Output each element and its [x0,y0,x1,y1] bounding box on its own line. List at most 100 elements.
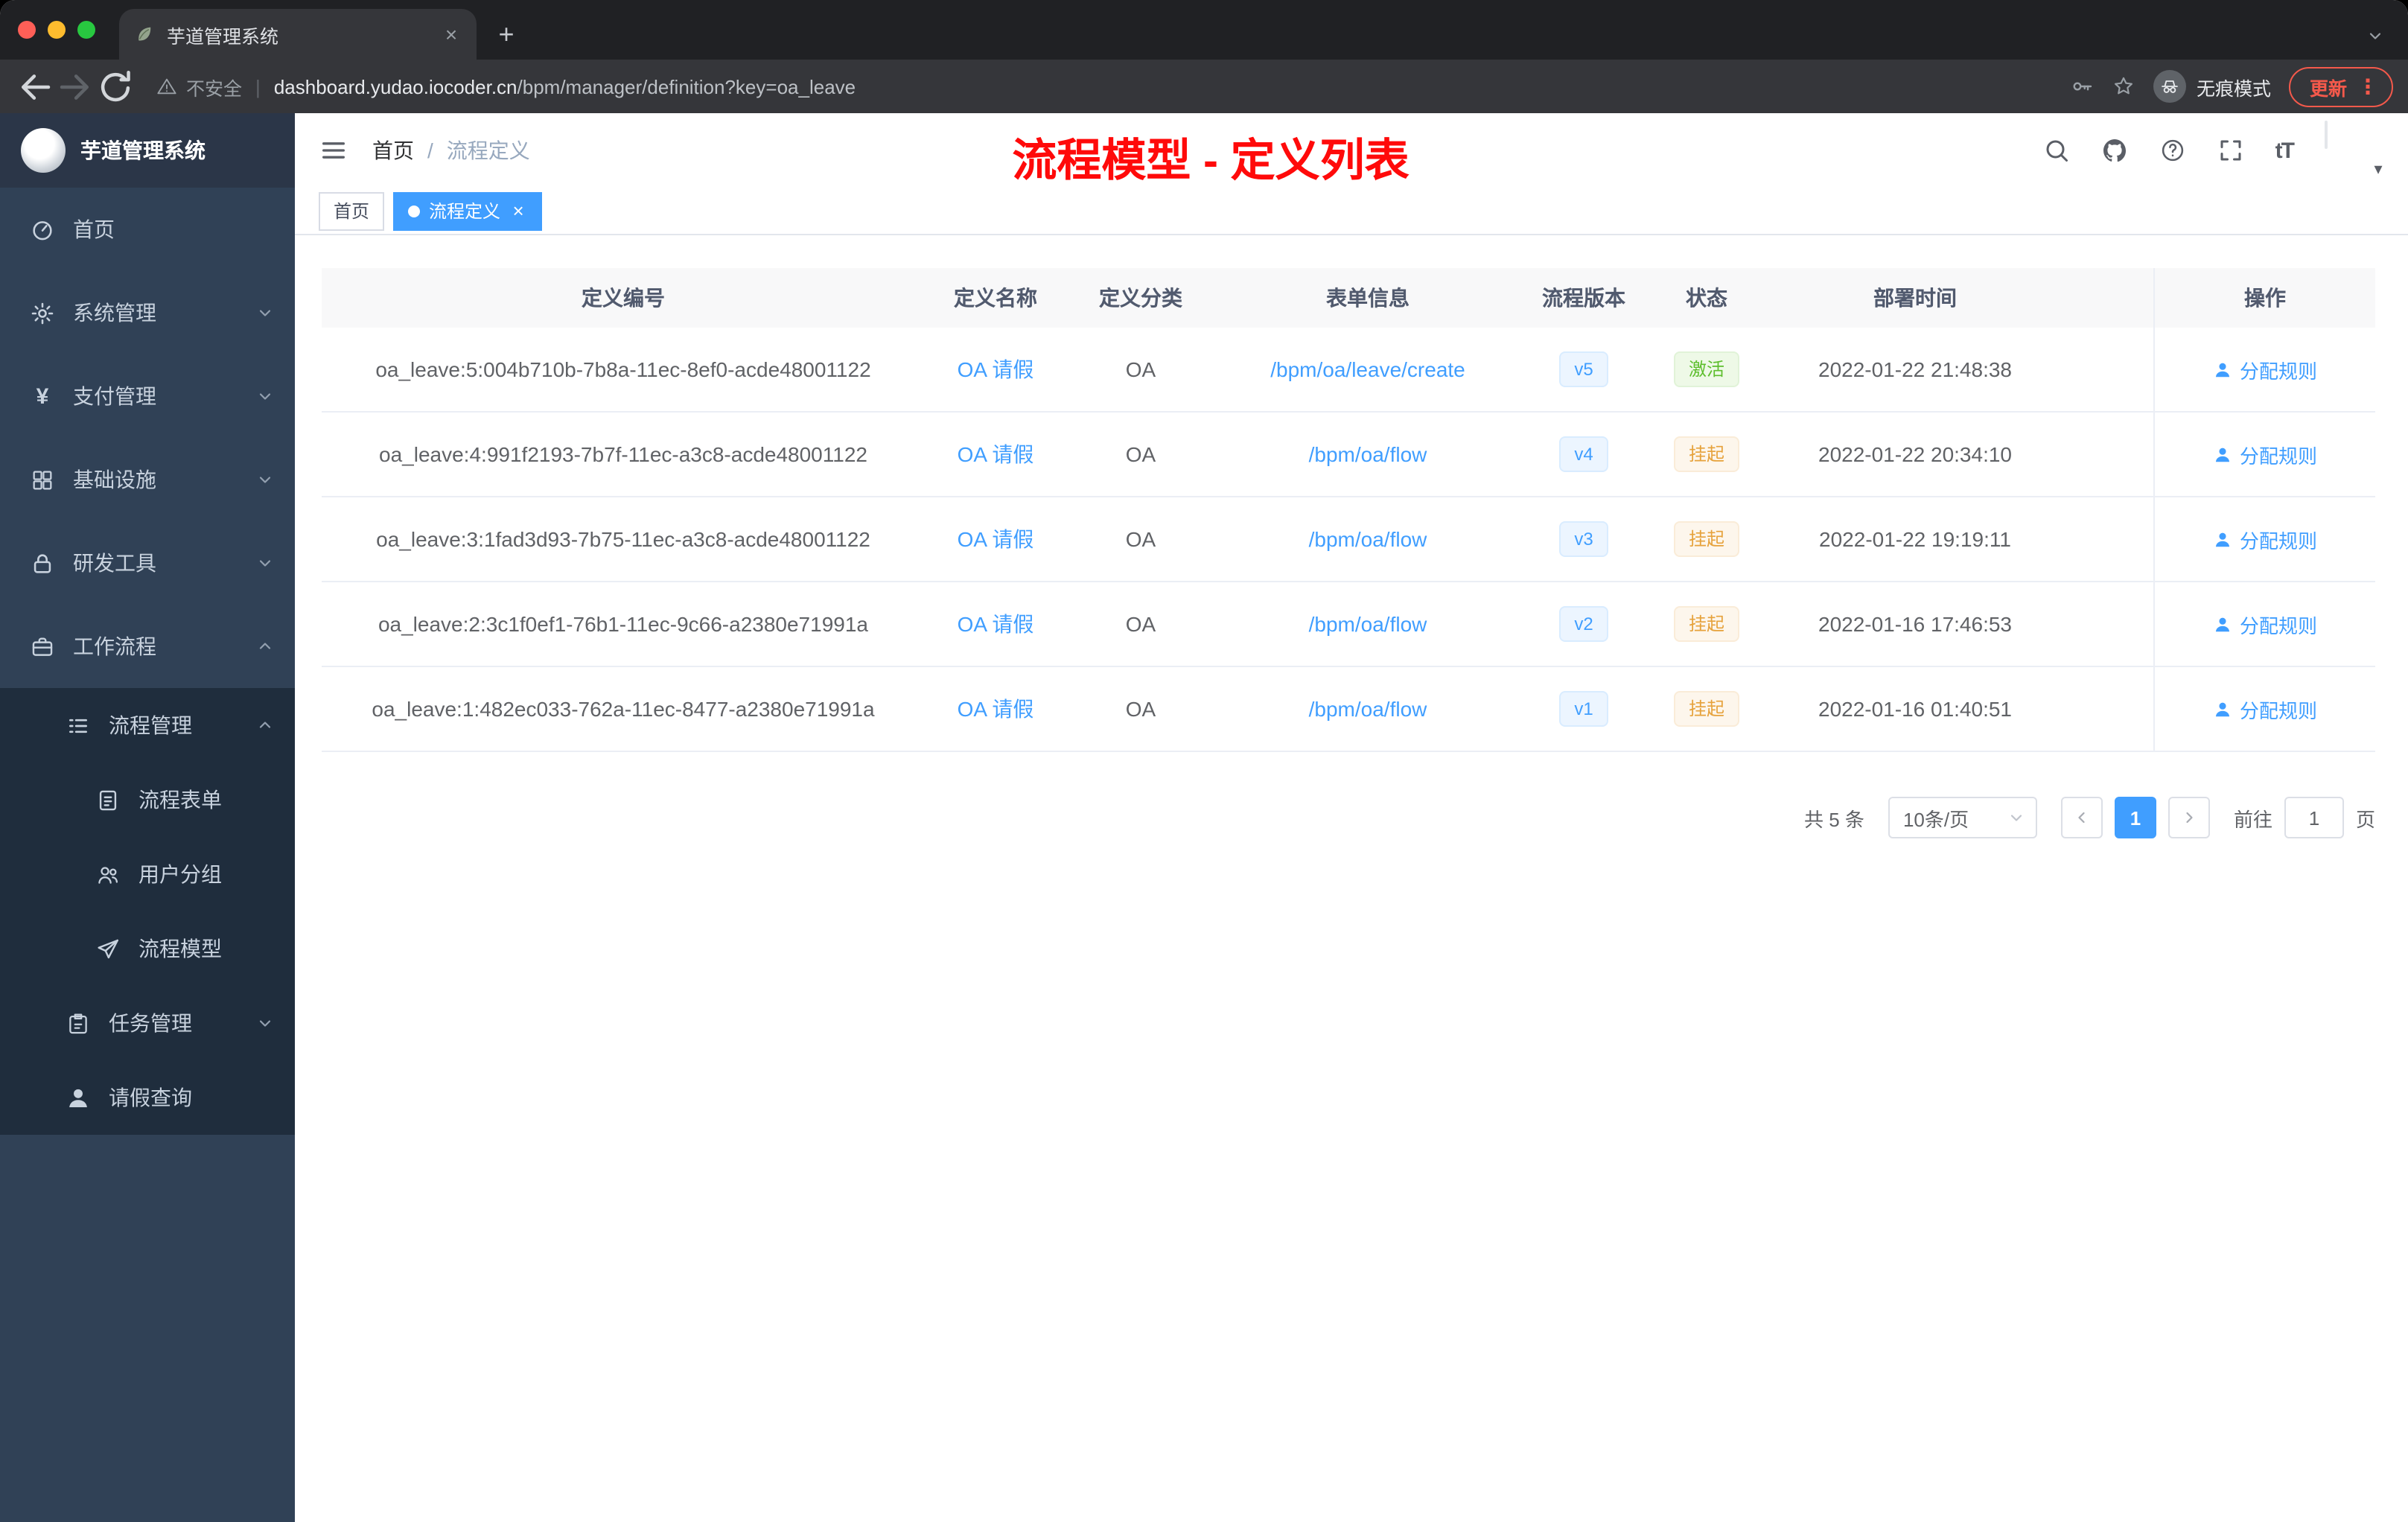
incognito-icon [2153,70,2186,103]
definition-name-link[interactable]: OA 请假 [958,524,1034,554]
col-header-deploy-time: 部署时间 [1873,286,1957,310]
breadcrumb-current: 流程定义 [446,138,530,162]
definition-name-link[interactable]: OA 请假 [958,439,1034,469]
form-info-link[interactable]: /bpm/oa/flow [1309,697,1427,721]
window-minimize-button[interactable] [48,21,66,39]
status-badge: 挂起 [1673,436,1739,472]
back-icon[interactable] [15,66,55,106]
sidebar-item-workflow[interactable]: 工作流程 [0,605,295,688]
status-badge: 激活 [1673,351,1739,387]
form-info-link[interactable]: /bpm/oa/flow [1309,527,1427,551]
top-navbar: 首页 / 流程定义 流程模型 - 定义列表 tT ▾ [295,113,2408,188]
definition-name-link[interactable]: OA 请假 [958,609,1034,639]
github-icon[interactable] [2101,137,2128,164]
definition-name-link[interactable]: OA 请假 [958,354,1034,384]
sidebar-item-label: 用户分组 [138,862,222,886]
key-icon[interactable] [2070,74,2094,98]
sidebar-item-leave-query[interactable]: 请假查询 [0,1060,295,1135]
page-number-button[interactable]: 1 [2114,797,2156,838]
user-icon [66,1085,91,1110]
window-controls [18,0,95,60]
sidebar-item-dev-tools[interactable]: 研发工具 [0,521,295,605]
page-content: 定义编号 定义名称 定义分类 表单信息 流程版本 状态 部署时间 操作 oa_l… [295,235,2408,838]
cell-actions: 分配规则 [2153,667,2375,751]
tag-label: 流程定义 [429,201,501,222]
send-icon [95,936,121,961]
tag-close-icon[interactable]: × [509,201,527,220]
reload-icon[interactable] [95,66,136,106]
cell-definition-name: OA 请假 [925,497,1066,581]
address-bar[interactable]: dashboard.yudao.iocoder.cn/bpm/manager/d… [274,75,856,98]
assign-rule-link[interactable]: 分配规则 [2213,440,2317,468]
assign-rule-link[interactable]: 分配规则 [2213,610,2317,638]
breadcrumb-home-link[interactable]: 首页 [372,136,414,165]
assign-rule-link[interactable]: 分配规则 [2213,695,2317,723]
forward-icon[interactable] [55,66,95,106]
avatar[interactable] [2325,121,2328,149]
site-security-indicator[interactable]: 不安全 [156,72,242,101]
sidebar-item-payment-mgmt[interactable]: ¥ 支付管理 [0,354,295,438]
search-icon[interactable] [2043,137,2070,164]
assign-rule-link[interactable]: 分配规则 [2213,525,2317,553]
app-shell: 芋道管理系统 首页 系统管理 ¥ 支付管理 基础设施 研发工具 工作流程 流程管… [0,113,2408,1522]
browser-tab[interactable]: 芋道管理系统 × [119,9,477,60]
table-row: oa_leave:4:991f2193-7b7f-11ec-a3c8-acde4… [322,413,2375,497]
form-info-link[interactable]: /bpm/oa/leave/create [1270,357,1465,381]
cell-form-info: /bpm/oa/flow [1215,413,1520,496]
tag-home[interactable]: 首页 [319,191,385,230]
sidebar-item-infrastructure[interactable]: 基础设施 [0,438,295,521]
sidebar-item-label: 研发工具 [73,551,156,575]
user-icon [2213,360,2232,379]
toolbar-right-cluster: 无痕模式 更新 ⋮ [2070,66,2393,106]
cell-status: 挂起 [1647,582,1766,666]
sidebar-item-process-form[interactable]: 流程表单 [0,762,295,837]
chevron-down-icon [256,554,274,572]
window-zoom-button[interactable] [77,21,95,39]
sidebar-item-user-group[interactable]: 用户分组 [0,837,295,911]
cell-version: v3 [1520,497,1647,581]
sidebar-item-task-mgmt[interactable]: 任务管理 [0,986,295,1060]
new-tab-button[interactable]: + [485,13,527,55]
form-info-link[interactable]: /bpm/oa/flow [1309,442,1427,466]
sidebar-item-home[interactable]: 首页 [0,188,295,271]
bookmark-star-icon[interactable] [2112,74,2135,98]
update-browser-button[interactable]: 更新 ⋮ [2288,66,2393,106]
fullscreen-icon[interactable] [2217,137,2244,164]
sidebar-item-process-model[interactable]: 流程模型 [0,911,295,986]
app-logo[interactable]: 芋道管理系统 [0,113,295,188]
task-icon [66,1010,91,1036]
help-icon[interactable] [2159,137,2186,164]
col-header-version: 流程版本 [1542,286,1625,310]
cell-category: OA [1125,442,1156,466]
status-badge: 挂起 [1673,606,1739,642]
browser-menu-icon[interactable]: ⋮ [2357,76,2378,97]
definition-name-link[interactable]: OA 请假 [958,694,1034,724]
browser-window: 芋道管理系统 × + 不安全 | dashboard.yudao.iocoder… [0,0,2408,1522]
url-path: /bpm/manager/definition?key=oa_leave [517,75,856,98]
prev-page-button[interactable] [2060,797,2103,838]
next-page-button[interactable] [2167,797,2210,838]
assign-rule-label: 分配规则 [2239,529,2317,552]
window-close-button[interactable] [18,21,36,39]
workflow-submenu: 流程管理 流程表单 用户分组 流程模型 任务管理 请假查询 [0,688,295,1135]
sidebar-item-process-mgmt[interactable]: 流程管理 [0,688,295,762]
sidebar-toggle-icon[interactable] [319,136,348,165]
goto-page-input[interactable] [2284,797,2344,838]
version-badge: v1 [1559,691,1608,727]
page-size-select[interactable]: 10条/页 [1888,797,2037,838]
version-badge: v4 [1559,436,1608,472]
tab-close-icon[interactable]: × [441,24,462,45]
tab-title: 芋道管理系统 [167,26,279,47]
assign-rule-link[interactable]: 分配规则 [2213,355,2317,383]
form-info-link[interactable]: /bpm/oa/flow [1309,612,1427,636]
font-size-icon[interactable]: tT [2275,138,2295,163]
cell-definition-id: oa_leave:3:1fad3d93-7b75-11ec-a3c8-acde4… [376,527,870,551]
cell-category: OA [1125,612,1156,636]
cell-actions: 分配规则 [2153,497,2375,581]
tag-label: 首页 [334,201,370,222]
sidebar-item-system-mgmt[interactable]: 系统管理 [0,271,295,354]
tag-process-definition[interactable]: 流程定义 × [393,191,543,230]
user-menu[interactable]: ▾ [2325,121,2384,179]
tab-search-icon[interactable] [2366,27,2384,45]
browser-tab-bar: 芋道管理系统 × + [0,0,2408,60]
